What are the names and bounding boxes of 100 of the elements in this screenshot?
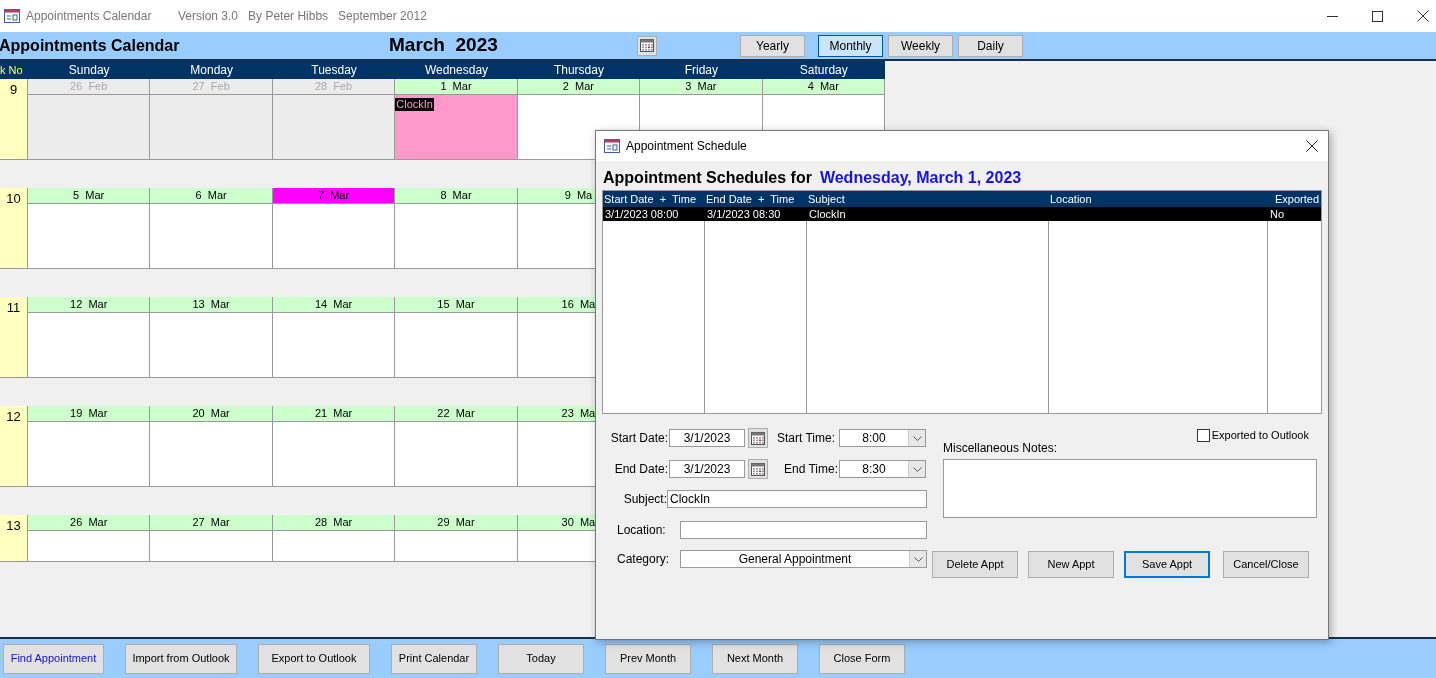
dialog-button[interactable]: Save Appt: [1124, 551, 1210, 578]
table-cell[interactable]: ClockIn: [807, 207, 1049, 221]
day-heading: Friday: [683, 62, 719, 79]
exported-checkbox[interactable]: [1196, 428, 1210, 442]
window-title: Appointments Calendar: [26, 8, 153, 25]
day-cell[interactable]: [28, 422, 151, 486]
close-icon[interactable]: [1417, 10, 1429, 22]
date-header[interactable]: 20 Mar: [150, 406, 273, 422]
date-header[interactable]: 26 Mar: [28, 515, 151, 531]
day-cell[interactable]: [150, 313, 273, 377]
date-header[interactable]: 27 Mar: [150, 515, 273, 531]
subject-field[interactable]: ClockIn: [667, 490, 927, 508]
date-header[interactable]: 13 Mar: [150, 297, 273, 313]
location-field[interactable]: [680, 521, 927, 539]
view-tab[interactable]: Daily: [958, 34, 1023, 57]
chevron-down-icon: [912, 466, 922, 472]
start-date-field[interactable]: 3/1/2023: [669, 429, 745, 447]
end-date-field[interactable]: 3/1/2023: [669, 460, 745, 478]
day-cell[interactable]: [395, 422, 518, 486]
week-number: 12: [5, 408, 22, 426]
date-header[interactable]: 12 Mar: [28, 297, 151, 313]
week-number: 10: [5, 190, 22, 208]
date-header[interactable]: 21 Mar: [272, 406, 396, 422]
day-cell[interactable]: [28, 531, 151, 561]
day-heading: Tuesday: [310, 62, 358, 79]
table-cell[interactable]: No: [1268, 207, 1321, 221]
day-cell[interactable]: [395, 313, 518, 377]
dialog-button[interactable]: Cancel/Close: [1223, 551, 1309, 578]
day-cell[interactable]: [272, 313, 396, 377]
dropdown-button[interactable]: [909, 551, 926, 567]
toolbar-button[interactable]: Close Form: [819, 643, 905, 674]
chevron-down-icon: [912, 435, 922, 441]
toolbar-button[interactable]: Find Appointment: [3, 643, 104, 674]
day-cell[interactable]: [28, 95, 151, 159]
end-time-dropdown[interactable]: 8:30: [839, 460, 926, 478]
calendar-button[interactable]: [637, 35, 657, 56]
day-cell[interactable]: [272, 422, 396, 486]
date-header[interactable]: 14 Mar: [272, 297, 396, 313]
dropdown-button[interactable]: [908, 430, 925, 446]
date-header[interactable]: 19 Mar: [28, 406, 151, 422]
day-cell[interactable]: [150, 204, 273, 268]
day-cell[interactable]: [28, 204, 151, 268]
calendar-icon: [751, 431, 765, 445]
dialog-button[interactable]: New Appt: [1028, 551, 1114, 578]
calendar-button[interactable]: [748, 428, 768, 448]
day-cell[interactable]: ClockIn: [395, 95, 518, 159]
maximize-icon[interactable]: [1372, 10, 1383, 22]
date-header[interactable]: 4 Mar: [762, 79, 885, 95]
view-tab[interactable]: Weekly: [888, 34, 953, 57]
day-cell[interactable]: [28, 313, 151, 377]
date-header[interactable]: 5 Mar: [28, 188, 151, 204]
start-time-label: Start Time:: [777, 430, 836, 447]
window-subtitle: Version 3.0 By Peter Hibbs September 2012: [178, 8, 427, 25]
dropdown-button[interactable]: [908, 461, 925, 477]
toolbar-button[interactable]: Prev Month: [605, 643, 691, 674]
day-cell[interactable]: [150, 422, 273, 486]
day-cell[interactable]: [150, 95, 273, 159]
notes-label: Miscellaneous Notes:: [943, 440, 1059, 457]
day-cell[interactable]: [272, 95, 396, 159]
subject-label: Subject:: [622, 491, 667, 508]
date-header[interactable]: 22 Mar: [395, 406, 518, 422]
close-icon[interactable]: [1306, 140, 1318, 152]
notes-field[interactable]: [943, 459, 1317, 518]
day-cell[interactable]: [395, 531, 518, 561]
view-tab[interactable]: Monthly: [818, 34, 883, 57]
category-dropdown[interactable]: General Appointment: [680, 550, 927, 568]
toolbar-button[interactable]: Today: [498, 643, 584, 674]
column-heading: End Date + Time: [705, 192, 796, 207]
appointment-label[interactable]: ClockIn: [395, 98, 434, 111]
date-header[interactable]: 15 Mar: [395, 297, 518, 313]
table-cell[interactable]: 3/1/2023 08:00: [603, 207, 705, 221]
toolbar-button[interactable]: Next Month: [712, 643, 798, 674]
date-header[interactable]: 8 Mar: [395, 188, 518, 204]
calendar-button[interactable]: [748, 459, 768, 479]
month-title: March 2023: [389, 33, 499, 58]
category-label: Category:: [616, 551, 671, 568]
start-time-dropdown[interactable]: 8:00: [839, 429, 926, 447]
day-heading: Sunday: [67, 62, 111, 79]
date-header[interactable]: 3 Mar: [640, 79, 763, 95]
date-header[interactable]: 7 Mar: [272, 188, 396, 204]
day-cell[interactable]: [150, 531, 273, 561]
week-number: 11: [5, 299, 22, 317]
date-header[interactable]: 6 Mar: [150, 188, 273, 204]
day-cell[interactable]: [272, 204, 396, 268]
day-heading: Wednesday: [423, 62, 490, 79]
table-cell[interactable]: 3/1/2023 08:30: [705, 207, 807, 221]
date-header[interactable]: 29 Mar: [395, 515, 518, 531]
dialog-button[interactable]: Delete Appt: [932, 551, 1018, 578]
view-tab[interactable]: Yearly: [740, 34, 805, 57]
date-header[interactable]: 2 Mar: [517, 79, 641, 95]
toolbar-button[interactable]: Import from Outlook: [125, 643, 237, 674]
day-cell[interactable]: [272, 531, 396, 561]
toolbar-button[interactable]: Print Calendar: [391, 643, 477, 674]
toolbar-button[interactable]: Export to Outlook: [258, 643, 370, 674]
start-date-label: Start Date:: [609, 430, 668, 447]
day-cell[interactable]: [395, 204, 518, 268]
date-header[interactable]: 1 Mar: [395, 79, 518, 95]
dialog-icon: [604, 139, 620, 153]
date-header[interactable]: 28 Mar: [272, 515, 396, 531]
column-heading: Subject: [807, 192, 846, 207]
